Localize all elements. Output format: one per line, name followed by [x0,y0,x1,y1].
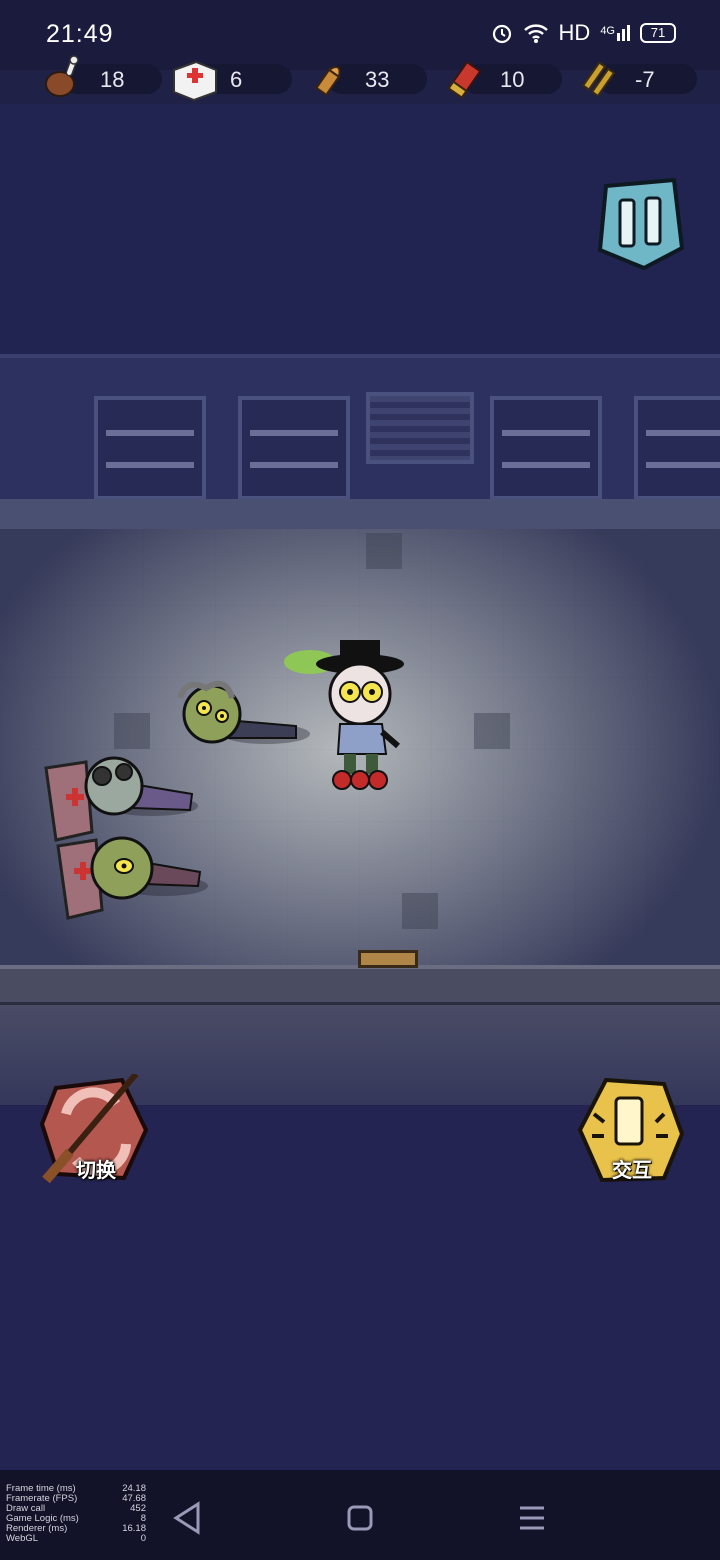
drumstick-icon [45,55,79,97]
window-shutter [366,392,474,464]
rifle-ammo-count: -7 [635,67,655,92]
floor-ledge [0,965,720,1005]
shotgun-shell-count: 10 [500,67,525,92]
shelf [94,396,206,500]
resource-shotgun-shells: 10 [440,54,562,104]
medkit-icon [173,60,217,102]
interact-button-label: 交互 [612,1160,652,1182]
status-icons: HD 4G 71 [491,20,676,46]
pause-button[interactable] [596,178,684,270]
switch-button-label: 切换 [76,1160,116,1182]
interact-button[interactable]: 交互 [572,1074,692,1194]
home-nav-icon[interactable] [340,1498,380,1538]
alarm-icon [492,24,511,44]
resource-bar: 18 6 33 10 -7 [0,54,720,104]
network-hd-label: HD [558,20,591,45]
battery-icon: 71 [640,23,676,43]
signal-4g-icon: 4G [600,25,630,41]
back-nav-icon[interactable] [168,1498,208,1538]
resource-medkit: 6 [170,54,292,104]
switch-weapon-button[interactable]: 切换 [36,1072,156,1194]
debug-row: WebGL 0 [6,1533,146,1544]
food-count: 18 [100,67,125,92]
wifi-icon [523,24,548,43]
recents-nav-icon[interactable] [512,1498,552,1538]
bullet-icon [315,66,341,97]
debug-stats-overlay: Frame time (ms) 24.18 Framerate (FPS) 47.6… [6,1484,146,1544]
pistol-ammo-count: 33 [365,67,390,92]
zombie-nurse-sprite[interactable] [54,828,214,928]
resource-food: 18 [40,54,162,104]
resource-rifle-ammo: -7 [575,54,697,104]
status-time: 21:49 [46,20,114,48]
shelf [490,396,602,500]
signal-label: 4G [600,25,615,37]
resource-pistol-ammo: 33 [305,54,427,104]
wall-base [0,499,720,529]
rifle-bullets-icon [581,61,616,98]
medkit-count: 6 [230,67,243,92]
door-marker[interactable] [358,950,418,968]
shelf [634,396,720,500]
back-wall [0,354,720,500]
player-character[interactable] [270,636,420,796]
shelf [238,396,350,500]
shotgun-shell-icon [447,60,482,99]
